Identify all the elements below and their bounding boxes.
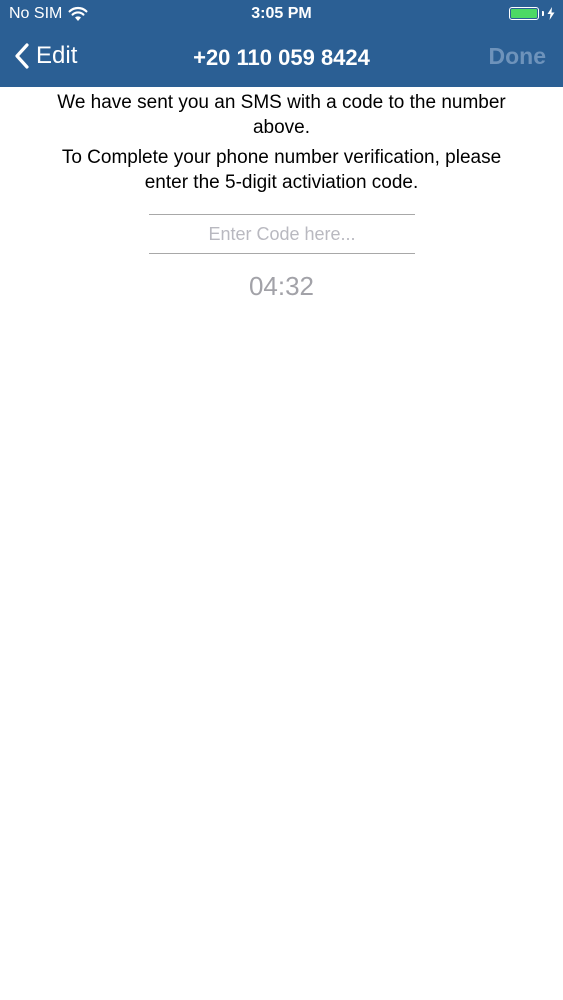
page-title: +20 110 059 8424 — [193, 45, 370, 70]
charging-bolt-icon — [547, 7, 555, 20]
battery-icon — [509, 7, 539, 20]
navigation-bar: Edit +20 110 059 8424 Done — [0, 30, 563, 87]
verification-content: We have sent you an SMS with a code to t… — [0, 87, 563, 301]
battery-nub — [542, 11, 544, 16]
battery-level — [511, 9, 537, 18]
status-time: 3:05 PM — [251, 5, 312, 22]
header: No SIM 3:05 PM Edit +20 110 059 8424 Don… — [0, 0, 563, 87]
countdown-timer: 04:32 — [248, 271, 315, 301]
code-field-container — [149, 214, 415, 254]
sms-sent-message: We have sent you an SMS with a code to t… — [57, 92, 506, 138]
code-input[interactable] — [149, 215, 415, 253]
done-button[interactable]: Done — [489, 43, 547, 70]
instruction-message: To Complete your phone number verificati… — [61, 147, 502, 193]
status-bar: No SIM 3:05 PM — [0, 0, 563, 30]
battery-indicator — [509, 7, 555, 20]
